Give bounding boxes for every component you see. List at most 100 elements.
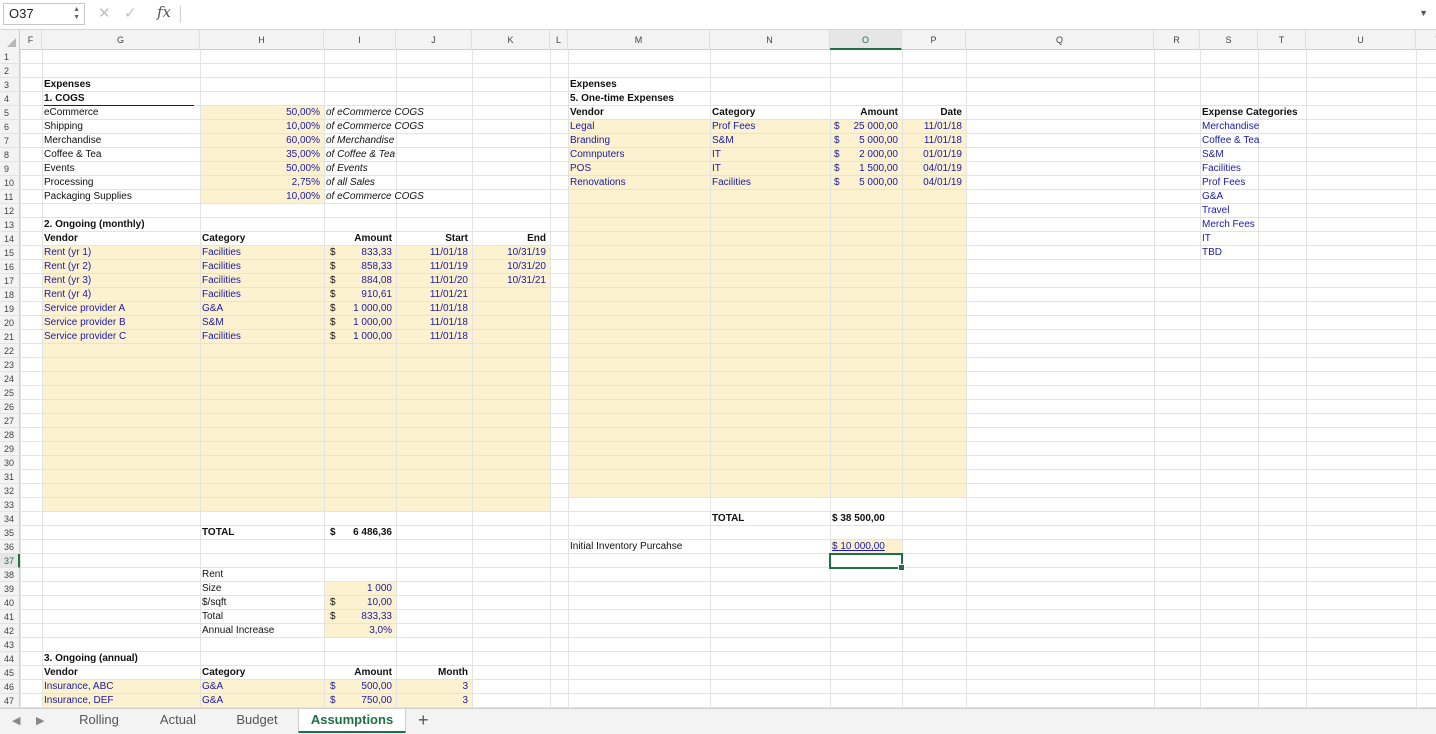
- rent-value[interactable]: 10,00: [324, 596, 392, 610]
- category-item[interactable]: IT: [1202, 232, 1304, 246]
- onetime-category[interactable]: S&M: [712, 134, 828, 148]
- next-sheet-icon[interactable]: ▶: [36, 714, 44, 727]
- row-header-30[interactable]: 30: [0, 456, 20, 470]
- cogs-title[interactable]: Expenses: [44, 78, 198, 92]
- categories-title[interactable]: Expense Categories: [1202, 106, 1304, 120]
- monthly-header-end[interactable]: End: [472, 232, 546, 246]
- row-header-43[interactable]: 43: [0, 638, 20, 652]
- monthly-amount[interactable]: 910,61: [324, 288, 392, 302]
- monthly-vendor[interactable]: Rent (yr 2): [44, 260, 198, 274]
- monthly-end[interactable]: [472, 316, 546, 330]
- onetime-header-category[interactable]: Category: [712, 106, 828, 120]
- cogs-item-name[interactable]: Shipping: [44, 120, 198, 134]
- cogs-item-name[interactable]: Packaging Supplies: [44, 190, 198, 204]
- onetime-date[interactable]: 01/01/19: [902, 148, 962, 162]
- monthly-end[interactable]: 10/31/19: [472, 246, 546, 260]
- cogs-item-name[interactable]: Merchandise: [44, 134, 198, 148]
- row-header-7[interactable]: 7: [0, 134, 20, 148]
- column-header-i[interactable]: I: [324, 30, 396, 50]
- column-header-m[interactable]: M: [568, 30, 710, 50]
- row-header-28[interactable]: 28: [0, 428, 20, 442]
- row-header-29[interactable]: 29: [0, 442, 20, 456]
- onetime-vendor[interactable]: POS: [570, 162, 708, 176]
- cogs-item-pct[interactable]: 10,00%: [200, 120, 320, 134]
- row-header-41[interactable]: 41: [0, 610, 20, 624]
- rent-value[interactable]: 833,33: [324, 610, 392, 624]
- onetime-amount[interactable]: 25 000,00: [830, 120, 899, 134]
- monthly-vendor[interactable]: Rent (yr 1): [44, 246, 198, 260]
- row-header-18[interactable]: 18: [0, 288, 20, 302]
- monthly-vendor[interactable]: Service provider C: [44, 330, 198, 344]
- row-header-46[interactable]: 46: [0, 680, 20, 694]
- cogs-item-basis[interactable]: of Events: [326, 162, 470, 176]
- row-header-23[interactable]: 23: [0, 358, 20, 372]
- annual-month[interactable]: 3: [396, 694, 468, 708]
- annual-amount[interactable]: 750,00: [324, 694, 392, 708]
- monthly-total-label[interactable]: TOTAL: [202, 526, 322, 540]
- cogs-item-basis[interactable]: of eCommerce COGS: [326, 190, 470, 204]
- monthly-end[interactable]: 10/31/20: [472, 260, 546, 274]
- annual-section[interactable]: 3. Ongoing (annual): [44, 652, 198, 666]
- monthly-header-vendor[interactable]: Vendor: [44, 232, 198, 246]
- tab-assumptions[interactable]: Assumptions: [298, 709, 406, 733]
- onetime-header-amount[interactable]: Amount: [830, 106, 898, 120]
- cogs-item-name[interactable]: Events: [44, 162, 198, 176]
- category-item[interactable]: Prof Fees: [1202, 176, 1304, 190]
- cogs-item-name[interactable]: Processing: [44, 176, 198, 190]
- row-header-10[interactable]: 10: [0, 176, 20, 190]
- annual-header-month[interactable]: Month: [396, 666, 468, 680]
- name-box-stepper-icon[interactable]: ▲ ▼: [73, 6, 80, 22]
- onetime-header-date[interactable]: Date: [902, 106, 962, 120]
- select-all-corner[interactable]: [0, 30, 20, 50]
- annual-vendor[interactable]: Insurance, DEF: [44, 694, 198, 708]
- category-item[interactable]: TBD: [1202, 246, 1304, 260]
- annual-category[interactable]: G&A: [202, 694, 322, 708]
- column-header-j[interactable]: J: [396, 30, 472, 50]
- column-header-u[interactable]: U: [1306, 30, 1416, 50]
- row-header-14[interactable]: 14: [0, 232, 20, 246]
- tab-rolling[interactable]: Rolling: [66, 709, 132, 733]
- monthly-start[interactable]: 11/01/18: [396, 316, 468, 330]
- row-header-36[interactable]: 36: [0, 540, 20, 554]
- cogs-item-basis[interactable]: of eCommerce COGS: [326, 120, 470, 134]
- onetime-date[interactable]: 04/01/19: [902, 176, 962, 190]
- column-header-o[interactable]: O: [830, 30, 902, 50]
- rent-title[interactable]: Rent: [202, 568, 322, 582]
- monthly-start[interactable]: 11/01/19: [396, 260, 468, 274]
- row-header-32[interactable]: 32: [0, 484, 20, 498]
- monthly-end[interactable]: [472, 330, 546, 344]
- column-header-t[interactable]: T: [1258, 30, 1306, 50]
- monthly-vendor[interactable]: Rent (yr 4): [44, 288, 198, 302]
- onetime-vendor[interactable]: Comnputers: [570, 148, 708, 162]
- cogs-item-basis[interactable]: of all Sales: [326, 176, 470, 190]
- row-header-12[interactable]: 12: [0, 204, 20, 218]
- monthly-amount[interactable]: 1 000,00: [324, 330, 392, 344]
- monthly-amount[interactable]: 884,08: [324, 274, 392, 288]
- enter-icon[interactable]: ✓: [124, 4, 137, 22]
- row-header-16[interactable]: 16: [0, 260, 20, 274]
- row-header-22[interactable]: 22: [0, 344, 20, 358]
- tab-budget[interactable]: Budget: [222, 709, 292, 733]
- monthly-end[interactable]: [472, 302, 546, 316]
- column-header-f[interactable]: F: [20, 30, 42, 50]
- row-header-1[interactable]: 1: [0, 50, 20, 64]
- cogs-item-pct[interactable]: 35,00%: [200, 148, 320, 162]
- onetime-category[interactable]: IT: [712, 162, 828, 176]
- row-header-31[interactable]: 31: [0, 470, 20, 484]
- onetime-amount[interactable]: 5 000,00: [830, 134, 898, 148]
- monthly-category[interactable]: Facilities: [202, 288, 322, 302]
- cogs-item-pct[interactable]: 50,00%: [200, 162, 320, 176]
- monthly-header-category[interactable]: Category: [202, 232, 322, 246]
- row-header-6[interactable]: 6: [0, 120, 20, 134]
- onetime-section[interactable]: 5. One-time Expenses: [570, 92, 708, 106]
- monthly-start[interactable]: 11/01/18: [396, 302, 468, 316]
- onetime-category[interactable]: Facilities: [712, 176, 828, 190]
- monthly-category[interactable]: Facilities: [202, 330, 322, 344]
- row-header-38[interactable]: 38: [0, 568, 20, 582]
- monthly-header-amount[interactable]: Amount: [324, 232, 392, 246]
- row-header-3[interactable]: 3: [0, 78, 20, 92]
- onetime-date[interactable]: 04/01/19: [902, 162, 962, 176]
- row-header-11[interactable]: 11: [0, 190, 20, 204]
- category-item[interactable]: S&M: [1202, 148, 1304, 162]
- row-header-24[interactable]: 24: [0, 372, 20, 386]
